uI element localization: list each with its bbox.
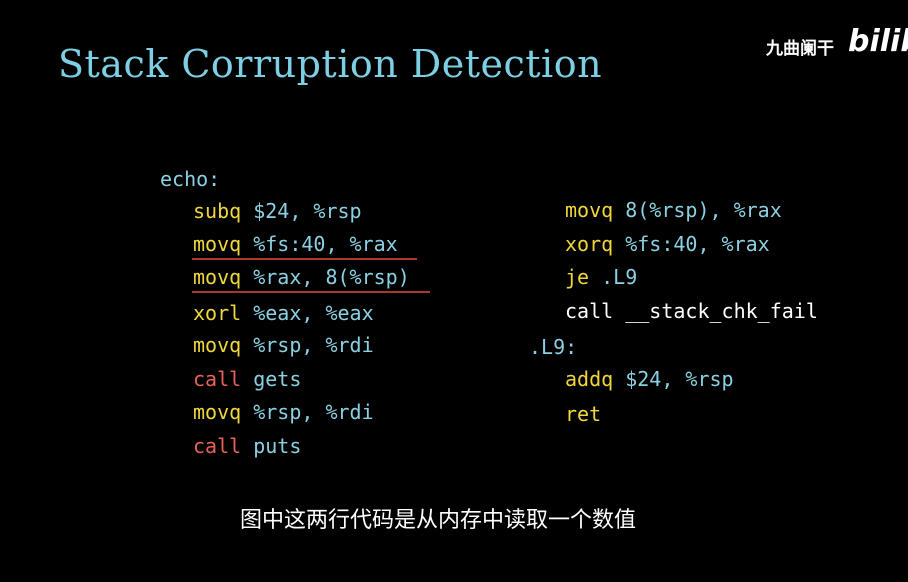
bilibili-logo: bilibili — [848, 24, 908, 59]
highlight-underline-1 — [192, 258, 417, 260]
operands-movq-rdi-2: %rsp, %rdi — [253, 400, 374, 424]
code-line-movq-load: movq 8(%rsp), %rax — [565, 200, 782, 220]
highlight-underline-2 — [192, 291, 430, 293]
instr-je: je — [565, 265, 590, 289]
code-line-ret: ret — [565, 404, 601, 424]
operands-call-chk: __stack_chk_fail — [625, 299, 818, 323]
instr-movq-rdi-1: movq — [193, 333, 242, 357]
code-line-subq: subq $24, %rsp — [193, 201, 362, 221]
code-line-movq-rdi-2: movq %rsp, %rdi — [193, 402, 374, 422]
instr-movq-rdi-2: movq — [193, 400, 242, 424]
code-line-call-chk: call __stack_chk_fail — [565, 301, 818, 321]
slide-title: Stack Corruption Detection — [58, 42, 603, 86]
code-line-movq-store: movq %rax, 8(%rsp) — [193, 267, 410, 287]
code-line-xorl: xorl %eax, %eax — [193, 303, 374, 323]
operands-je: .L9 — [601, 265, 638, 289]
operands-addq: $24, %rsp — [625, 367, 734, 391]
instr-subq: subq — [193, 199, 242, 223]
operands-xorl: %eax, %eax — [253, 301, 374, 325]
instr-call-chk: call — [565, 299, 614, 323]
operands-movq-store: %rax, 8(%rsp) — [253, 265, 410, 289]
code-line-call-gets: call gets — [193, 369, 301, 389]
code-line-movq-rdi-1: movq %rsp, %rdi — [193, 335, 374, 355]
instr-addq: addq — [565, 367, 614, 391]
operands-movq-fs: %fs:40, %rax — [253, 232, 398, 256]
instr-call-gets: call — [193, 367, 242, 391]
instr-xorq: xorq — [565, 232, 614, 256]
code-line-movq-fs: movq %fs:40, %rax — [193, 234, 398, 254]
operands-xorq: %fs:40, %rax — [625, 232, 770, 256]
instr-xorl: xorl — [193, 301, 242, 325]
channel-name: 九曲阑干 — [766, 39, 834, 59]
instr-call-puts: call — [193, 434, 242, 458]
video-subtitle: 图中这两行代码是从内存中读取一个数值 — [240, 508, 637, 533]
operands-subq: $24, %rsp — [253, 199, 362, 223]
code-line-call-puts: call puts — [193, 436, 301, 456]
instr-movq-store: movq — [193, 265, 242, 289]
operands-call-gets: gets — [253, 367, 302, 391]
code-line-xorq: xorq %fs:40, %rax — [565, 234, 770, 254]
code-line-addq: addq $24, %rsp — [565, 369, 734, 389]
operands-movq-rdi-1: %rsp, %rdi — [253, 333, 374, 357]
instr-movq-fs: movq — [193, 232, 242, 256]
l9-label: .L9: — [529, 335, 578, 359]
operands-movq-load: 8(%rsp), %rax — [625, 198, 782, 222]
echo-label: echo: — [160, 167, 221, 191]
instr-movq-load: movq — [565, 198, 614, 222]
operands-call-puts: puts — [253, 434, 302, 458]
code-line-je: je .L9 — [565, 267, 637, 287]
instr-ret: ret — [565, 402, 602, 426]
